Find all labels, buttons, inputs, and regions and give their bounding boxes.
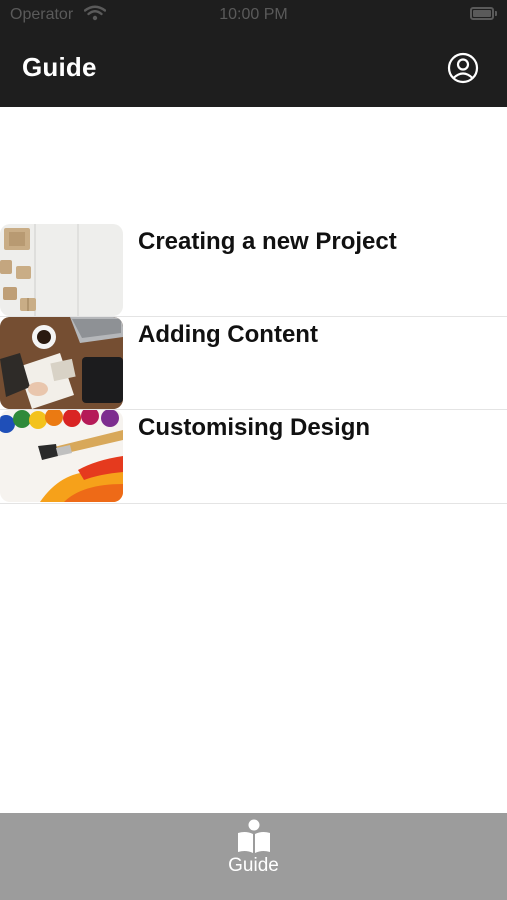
tab-guide[interactable]: Guide xyxy=(203,813,304,900)
user-circle-icon[interactable] xyxy=(447,52,479,84)
battery-icon xyxy=(470,7,497,20)
boxes-on-white-desk-photo xyxy=(0,224,123,316)
tab-bar: Guide xyxy=(0,813,507,900)
status-bar: Operator 10:00 PM xyxy=(0,0,507,30)
guide-title: Creating a new Project xyxy=(138,228,397,255)
status-time: 10:00 PM xyxy=(219,6,288,23)
guide-item-adding-content[interactable]: Adding Content xyxy=(0,317,507,410)
laptop-and-notebook-desk-photo xyxy=(0,317,123,409)
guide-title: Customising Design xyxy=(138,414,371,441)
paints-and-brush-photo xyxy=(0,410,123,502)
guide-item-customising-design[interactable]: Customising Design xyxy=(0,410,507,504)
guide-item-creating-project[interactable]: Creating a new Project xyxy=(0,224,507,317)
navigation-bar: Operator 10:00 PM Guide xyxy=(0,0,507,107)
page-title: Guide xyxy=(22,52,97,82)
guide-list: Creating a new Project Adding Content Cu… xyxy=(0,224,507,504)
guide-title: Adding Content xyxy=(138,321,318,348)
open-book-reader-icon xyxy=(238,819,270,853)
tab-label: Guide xyxy=(228,855,279,876)
